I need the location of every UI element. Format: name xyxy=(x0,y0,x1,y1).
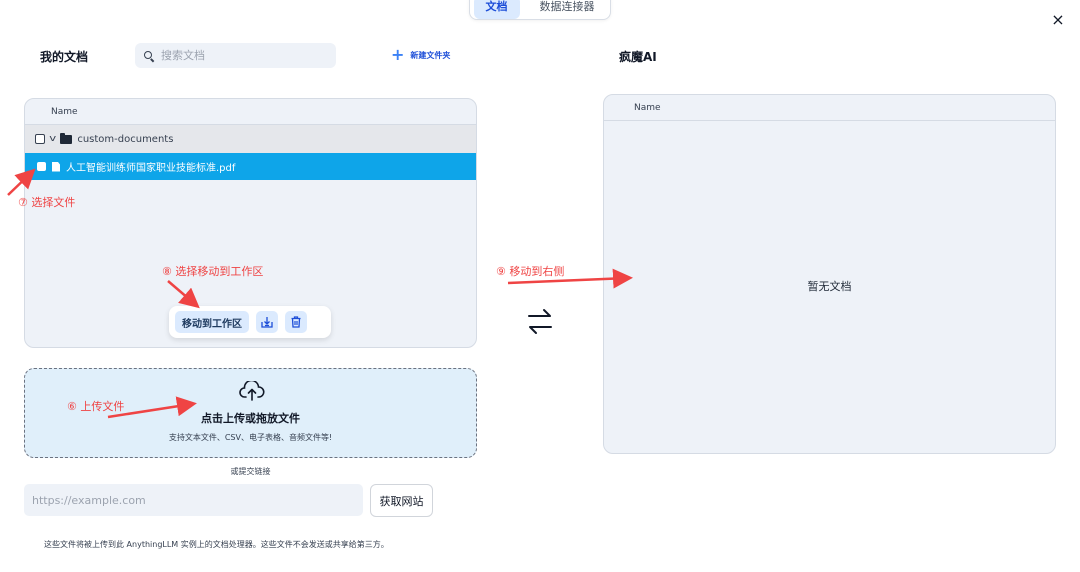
file-name: 人工智能训练师国家职业技能标准.pdf xyxy=(66,163,236,174)
privacy-note: 这些文件将被上传到此 AnythingLLM 实例上的文档处理器。这些文件不会发… xyxy=(44,540,389,549)
step7-annotation: ⑦ 选择文件 xyxy=(18,196,76,209)
chevron-down-icon[interactable]: v xyxy=(49,134,56,144)
name-column-header: Name xyxy=(604,95,1055,121)
fetch-website-button[interactable]: 获取网站 xyxy=(370,484,433,517)
workspace-title: 疯魔AI xyxy=(619,50,657,64)
step6-annotation: ⑥ 上传文件 xyxy=(67,400,125,413)
name-column-header: Name xyxy=(25,99,476,125)
folder-row[interactable]: v custom-documents xyxy=(25,125,476,153)
tab-bar: 文档 数据连接器 xyxy=(469,0,611,20)
file-icon xyxy=(52,161,60,172)
step9-annotation: ⑨ 移动到右侧 xyxy=(496,265,565,278)
workspace-documents-panel: Name 暂无文档 xyxy=(603,94,1056,454)
selection-action-bar: 移动到工作区 xyxy=(169,306,331,338)
move-to-folder-button[interactable] xyxy=(256,311,278,333)
trash-icon xyxy=(291,316,301,328)
search-input[interactable] xyxy=(161,49,321,62)
move-to-workspace-button[interactable]: 移动到工作区 xyxy=(175,311,249,333)
step8-annotation: ⑧ 选择移动到工作区 xyxy=(162,265,264,278)
tab-documents[interactable]: 文档 xyxy=(473,0,520,19)
tab-data-connectors[interactable]: 数据连接器 xyxy=(528,0,607,19)
upload-subtitle: 支持文本文件、CSV、电子表格、音频文件等! xyxy=(168,433,333,442)
delete-button[interactable] xyxy=(285,311,307,333)
transfer-arrows-icon xyxy=(528,309,552,334)
close-icon[interactable]: × xyxy=(1048,10,1068,30)
or-submit-link-label: 或提交链接 xyxy=(230,467,271,476)
empty-state-text: 暂无文档 xyxy=(807,280,852,293)
url-input[interactable] xyxy=(24,484,363,516)
plus-icon: + xyxy=(391,45,405,64)
file-checkbox[interactable] xyxy=(37,162,46,171)
new-folder-label: 新建文件夹 xyxy=(410,50,451,60)
new-folder-button[interactable]: + 新建文件夹 xyxy=(391,45,451,64)
folder-icon xyxy=(60,132,73,144)
search-bar[interactable] xyxy=(135,43,336,68)
my-documents-title: 我的文档 xyxy=(40,50,89,64)
folder-checkbox[interactable] xyxy=(35,134,45,144)
folder-move-icon xyxy=(261,317,273,328)
cloud-upload-icon xyxy=(239,381,265,401)
file-row[interactable]: 人工智能训练师国家职业技能标准.pdf xyxy=(25,153,476,180)
folder-name: custom-documents xyxy=(77,133,174,145)
search-icon xyxy=(144,50,154,61)
document-manager-modal: 文档 数据连接器 × 我的文档 + 新建文件夹 疯魔AI Name v cust… xyxy=(0,0,1080,572)
